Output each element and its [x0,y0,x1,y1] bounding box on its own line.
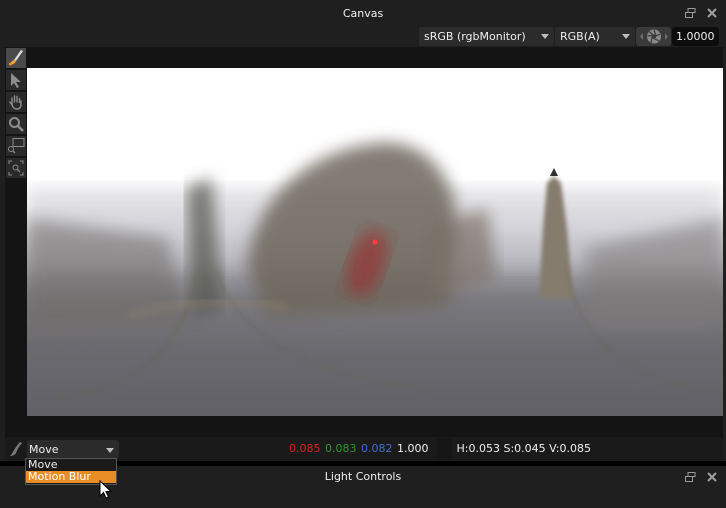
exposure-button[interactable] [636,27,671,46]
chevron-down-icon [541,34,549,39]
pixel-blue-value: 0.082 [361,442,393,455]
zoom-fit-icon [8,160,24,176]
magnifier-icon [9,117,24,132]
canvas-panel: Canvas sRGB (rgbMonitor) RGB(A) 1.0000 M… [0,0,726,461]
mouse-cursor-icon [99,480,113,499]
zoom-rect-icon [8,138,25,154]
tool-pan[interactable] [6,92,26,112]
colorspace-select[interactable]: sRGB (rgbMonitor) [419,27,554,46]
hand-icon [9,95,22,110]
pixel-red-value: 0.085 [289,442,321,455]
arrow-pointer-icon [11,73,21,88]
exposure-input[interactable]: 1.0000 [672,27,719,46]
channel-select[interactable]: RGB(A) [555,27,635,46]
tool-zoom-region[interactable] [6,136,26,156]
pixel-readout: 0.085 0.083 0.082 1.000 H:0.053 S:0.045 … [289,437,592,461]
float-icon [684,8,695,18]
tool-strip [5,47,27,437]
environment-render [27,142,723,399]
colorspace-value: sRGB (rgbMonitor) [424,30,526,43]
tool-paint-brush[interactable] [6,48,26,68]
brush-mode-value: Move [29,443,59,456]
float-icon [684,472,695,482]
pixel-hsv-value: H:0.053 S:0.045 V:0.085 [456,442,591,455]
close-icon [707,8,717,18]
light-marker[interactable] [372,239,378,245]
chevron-down-icon [622,34,630,39]
float-panel-button[interactable] [684,7,696,19]
pixel-color-swatch [437,438,452,460]
close-panel-button[interactable] [706,471,718,483]
close-panel-button[interactable] [706,7,718,19]
render-image[interactable] [27,68,723,416]
tool-select[interactable] [6,70,26,90]
brush-mode-select[interactable]: Move [27,440,119,459]
canvas-title: Canvas [342,7,384,20]
close-icon [707,472,717,482]
canvas-viewport[interactable] [27,47,723,437]
brush-icon [10,442,22,456]
tool-zoom-fit[interactable] [6,158,26,178]
chevron-down-icon [106,448,114,453]
light-window-controls [684,466,718,488]
aperture-icon [639,29,668,44]
brush-icon [9,50,23,66]
tool-zoom[interactable] [6,114,26,134]
pixel-alpha-value: 1.000 [397,442,429,455]
canvas-window-controls [684,0,718,26]
float-panel-button[interactable] [684,471,696,483]
channel-value: RGB(A) [560,30,600,43]
pixel-green-value: 0.083 [325,442,357,455]
